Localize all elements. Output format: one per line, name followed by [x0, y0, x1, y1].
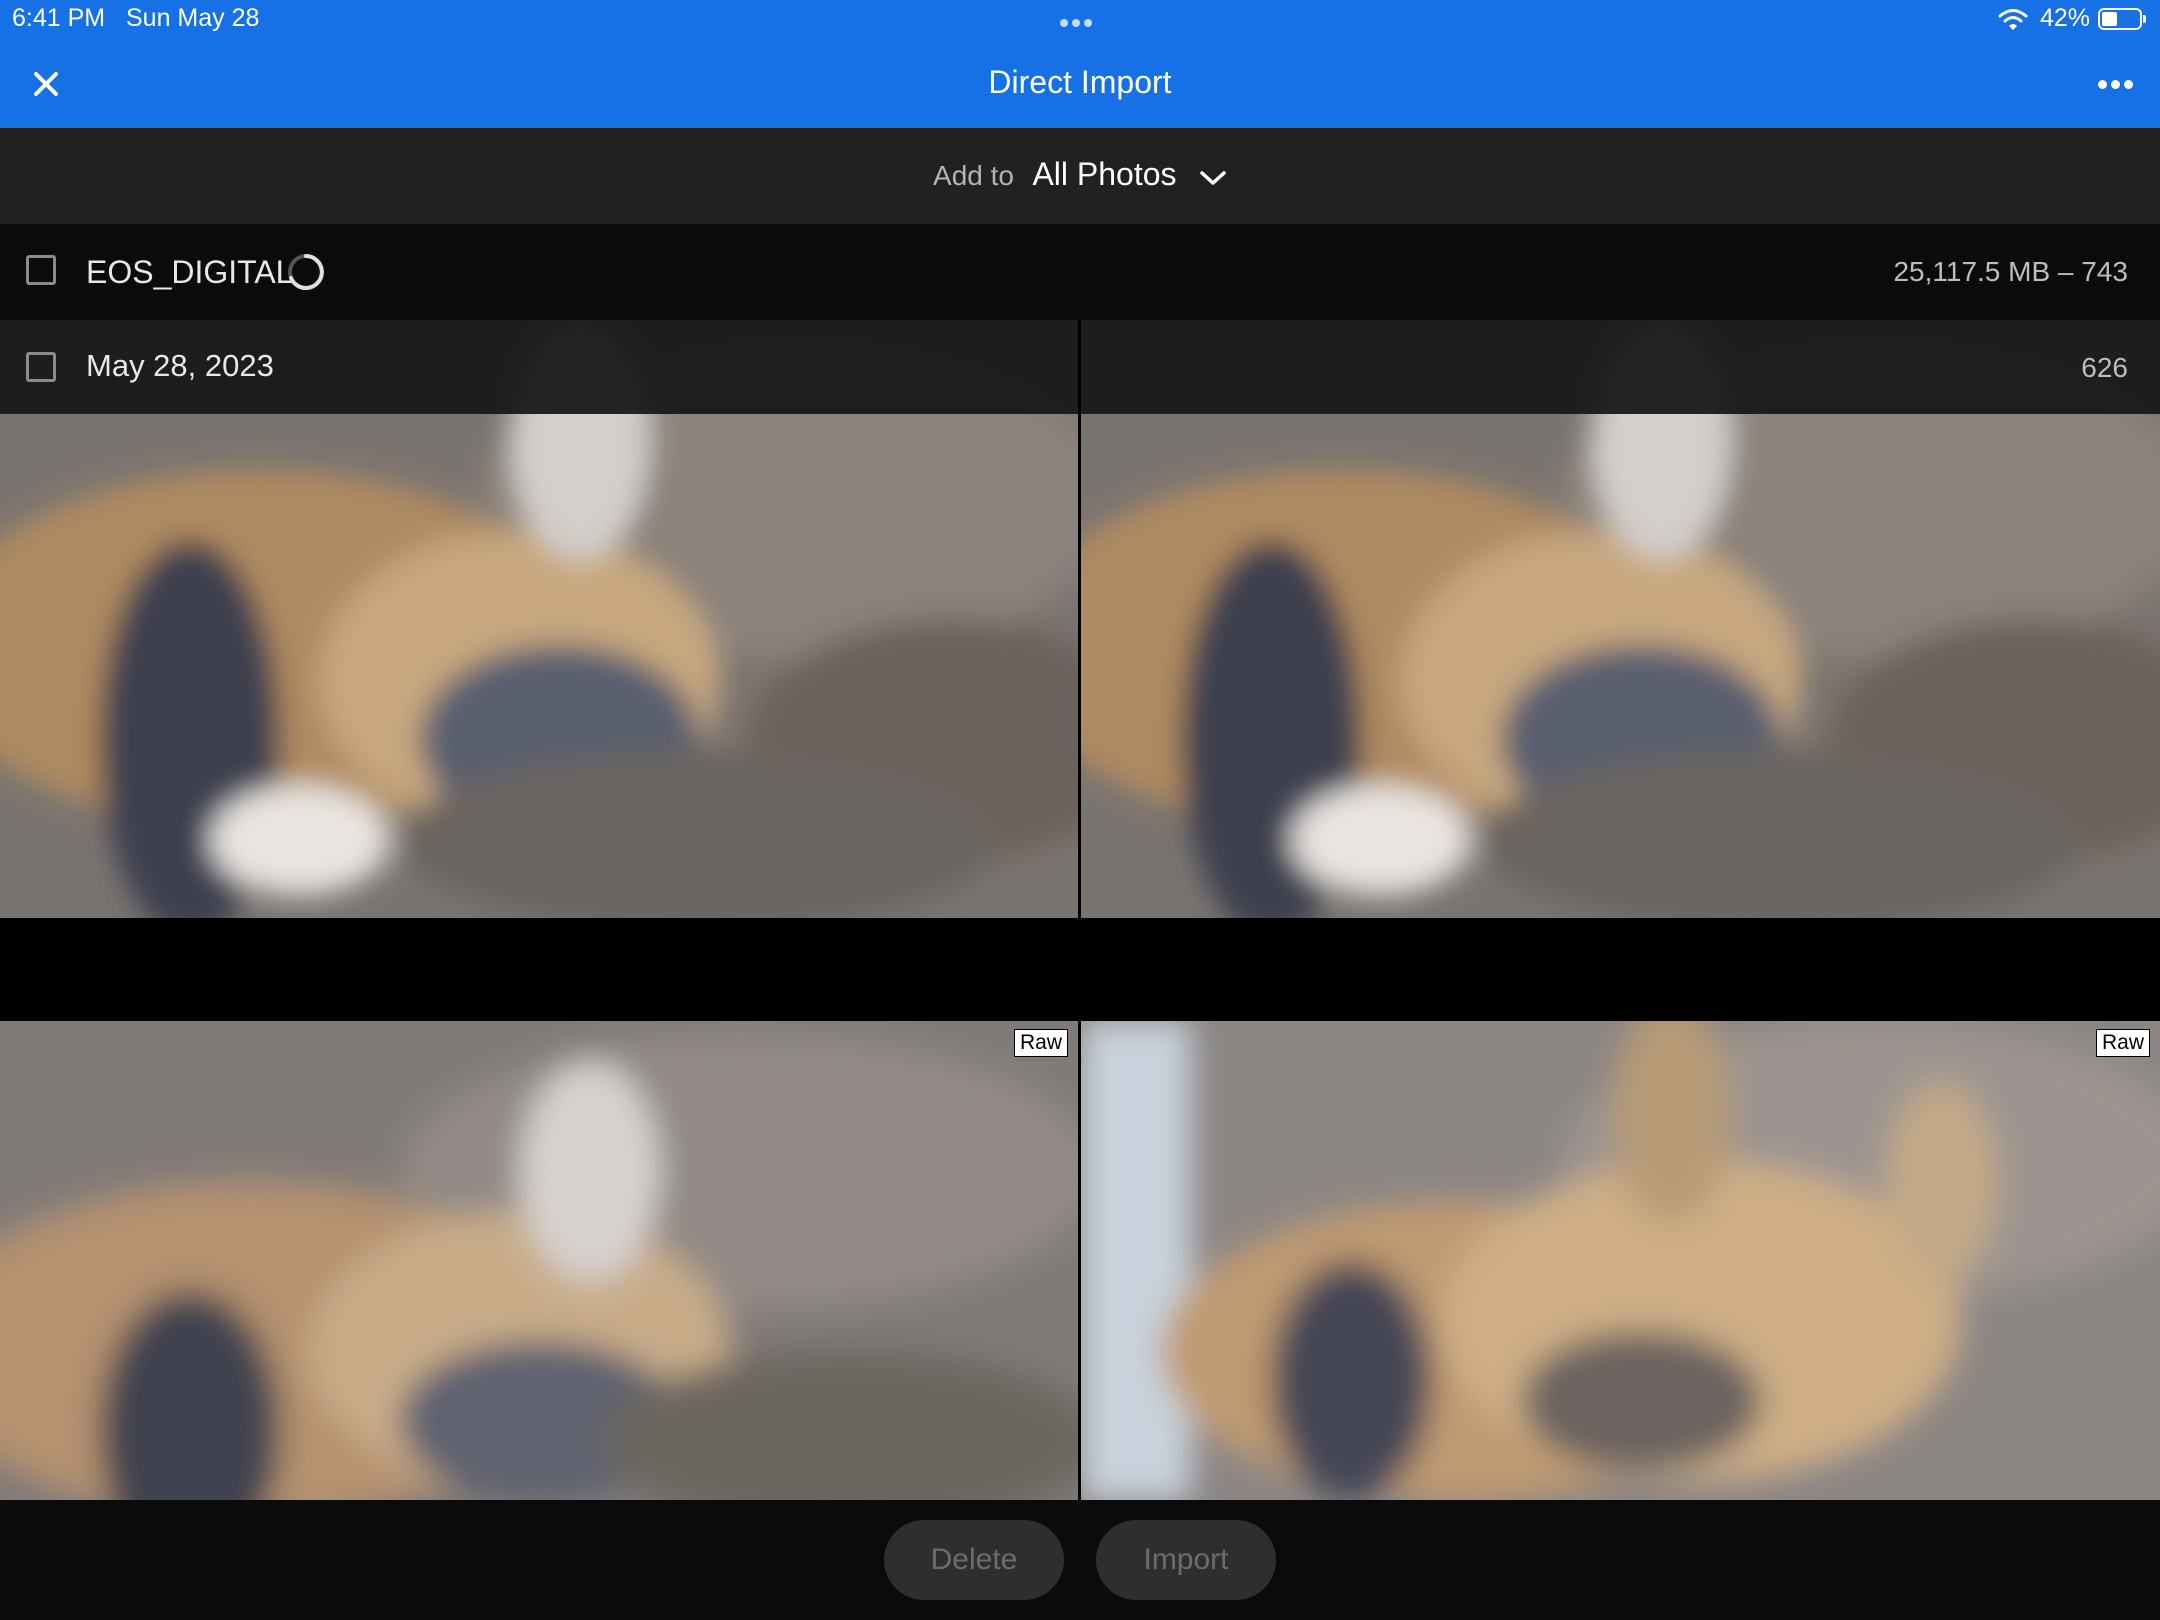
photo-thumbnail[interactable]: Raw — [1081, 1021, 2160, 1500]
battery-icon — [2098, 8, 2146, 30]
raw-badge: Raw — [1013, 1029, 1068, 1057]
date-group-header: May 28, 2023 626 — [0, 320, 2160, 414]
add-to-bar[interactable]: Add to All Photos — [0, 128, 2160, 224]
photo-image — [0, 1021, 1078, 1500]
status-bar: 6:41 PM Sun May 28 42% — [0, 0, 2160, 40]
status-date: Sun May 28 — [126, 4, 260, 32]
delete-button[interactable]: Delete — [884, 1520, 1064, 1600]
page-title: Direct Import — [988, 64, 1172, 100]
source-checkbox[interactable] — [26, 255, 56, 285]
more-icon[interactable] — [2096, 76, 2135, 94]
action-bar: Delete Import — [0, 1500, 2160, 1620]
date-group-count: 626 — [2081, 352, 2128, 383]
photo-thumbnail[interactable]: Raw — [0, 1021, 1078, 1500]
raw-badge: Raw — [2095, 1029, 2150, 1057]
loading-spinner-icon — [285, 251, 327, 298]
chevron-down-icon[interactable] — [1199, 168, 1227, 193]
date-group-checkbox[interactable] — [26, 352, 56, 382]
source-name: EOS_DIGITAL — [86, 254, 294, 290]
battery-percent: 42% — [2040, 4, 2091, 32]
photo-grid: Raw Raw — [0, 320, 2160, 1500]
date-group-label: May 28, 2023 — [86, 348, 274, 383]
status-time: 6:41 PM — [12, 4, 106, 32]
wifi-icon — [1998, 8, 2028, 37]
add-to-label: Add to — [933, 160, 1014, 191]
destination-value[interactable]: All Photos — [1032, 156, 1176, 192]
multitasking-dots-icon[interactable] — [1058, 14, 1094, 32]
nav-bar: Direct Import — [0, 40, 2160, 128]
battery-level — [2102, 12, 2117, 26]
divider — [1078, 320, 1081, 414]
source-row: EOS_DIGITAL 25,117.5 MB – 743 — [0, 224, 2160, 320]
photo-image — [1081, 1021, 2160, 1500]
import-button[interactable]: Import — [1096, 1520, 1276, 1600]
source-size-count: 25,117.5 MB – 743 — [1893, 256, 2128, 287]
